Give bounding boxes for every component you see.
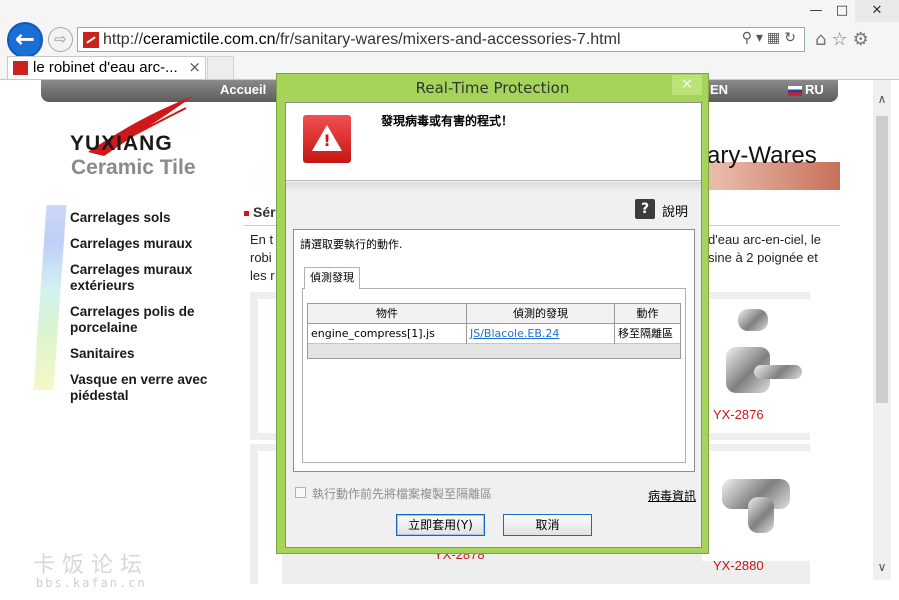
minimize-icon[interactable]: — bbox=[803, 0, 829, 22]
logo-name[interactable]: YUXIANG bbox=[70, 132, 173, 156]
help-icon[interactable]: ? bbox=[635, 199, 655, 219]
scroll-up-icon[interactable]: ∧ bbox=[873, 92, 891, 108]
forward-button[interactable]: ⇨ bbox=[48, 27, 73, 52]
refresh-icon[interactable]: ↻ bbox=[784, 30, 800, 46]
menu-item-carrelages-muraux[interactable]: Carrelages muraux bbox=[70, 236, 220, 252]
address-bar[interactable]: http://ceramictile.com.cn/fr/sanitary-wa… bbox=[77, 27, 805, 52]
detections-panel: 物件 偵測的發現 動作 engine_compress[1].js JS/Bla… bbox=[302, 288, 686, 463]
forum-watermark: 卡饭论坛 bbox=[33, 553, 150, 578]
browser-tab-active[interactable]: le robinet d'eau arc-... × bbox=[7, 56, 206, 79]
help-link[interactable]: 說明 bbox=[662, 201, 688, 220]
alert-header: ! 發現病毒或有害的程式！ bbox=[286, 103, 701, 181]
category-menu: Carrelages sols Carrelages muraux Carrel… bbox=[70, 210, 220, 414]
action-group-label: 請選取要執行的動作. bbox=[300, 238, 403, 251]
detected-object: engine_compress[1].js bbox=[308, 324, 467, 344]
forum-watermark-url: bbs.kafan.cn bbox=[36, 576, 147, 590]
table-header: 物件 偵測的發現 動作 bbox=[308, 304, 680, 324]
product-image[interactable] bbox=[702, 451, 822, 561]
product-code[interactable]: YX-2876 bbox=[713, 407, 764, 422]
column-header-detection[interactable]: 偵測的發現 bbox=[467, 304, 615, 324]
column-header-action[interactable]: 動作 bbox=[615, 304, 680, 324]
tab-detections[interactable]: 偵測發現 bbox=[304, 267, 360, 289]
back-button[interactable]: ← bbox=[7, 22, 43, 58]
faucet-spout-icon bbox=[748, 497, 774, 533]
action-select[interactable]: 移至隔離區 bbox=[615, 324, 680, 344]
site-favicon-icon bbox=[83, 32, 99, 48]
scroll-thumb[interactable] bbox=[876, 116, 888, 403]
realtime-protection-dialog: Real-Time Protection × ! 發現病毒或有害的程式！ ? 說… bbox=[276, 73, 709, 554]
menu-item-carrelages-sols[interactable]: Carrelages sols bbox=[70, 210, 220, 226]
page-scrollbar[interactable]: ∧ ∨ bbox=[873, 80, 891, 580]
virus-info-link[interactable]: 病毒資訊 bbox=[648, 487, 696, 504]
search-icon[interactable]: ⚲ bbox=[742, 30, 756, 46]
nav-lang-en[interactable]: EN bbox=[710, 82, 728, 97]
favorites-star-icon[interactable]: ☆ bbox=[831, 29, 852, 50]
section-title: Sér bbox=[244, 204, 276, 220]
compat-view-icon[interactable]: ▦ bbox=[767, 30, 784, 46]
dropdown-icon[interactable]: ▾ bbox=[756, 30, 767, 46]
copy-to-quarantine-checkbox[interactable] bbox=[295, 487, 306, 498]
column-header-object[interactable]: 物件 bbox=[308, 304, 467, 324]
faucet-spout-icon bbox=[754, 365, 802, 379]
detections-table: 物件 偵測的發現 動作 engine_compress[1].js JS/Bla… bbox=[307, 303, 681, 359]
alert-message: 發現病毒或有害的程式！ bbox=[381, 114, 514, 128]
product-code[interactable]: YX-2880 bbox=[713, 558, 764, 573]
dialog-close-button[interactable]: × bbox=[672, 75, 702, 95]
warning-icon: ! bbox=[303, 115, 351, 163]
faucet-handle-icon bbox=[738, 309, 768, 331]
intro-right-line1: d'eau arc-en-ciel, le bbox=[708, 232, 822, 247]
bullet-square-icon bbox=[244, 210, 249, 216]
settings-gear-icon[interactable]: ⚙ bbox=[853, 29, 874, 50]
forward-arrow-icon: ⇨ bbox=[54, 30, 67, 48]
intro-left-line2: robi bbox=[250, 250, 272, 265]
tab-close-icon[interactable]: × bbox=[188, 58, 201, 76]
russia-flag-icon bbox=[788, 86, 802, 96]
menu-item-vasque-verre[interactable]: Vasque en verre avec piédestal bbox=[70, 372, 220, 404]
home-icon[interactable]: ⌂ bbox=[815, 29, 831, 50]
back-arrow-icon: ← bbox=[14, 25, 36, 53]
intro-right-line2: sine à 2 poignée et bbox=[708, 250, 818, 265]
action-group: 請選取要執行的動作. 偵測發現 物件 偵測的發現 動作 engine_compr… bbox=[293, 229, 695, 472]
nav-accueil[interactable]: Accueil bbox=[220, 82, 266, 97]
nav-lang-ru[interactable]: RU bbox=[805, 82, 824, 97]
close-window-icon[interactable]: ✕ bbox=[855, 0, 899, 22]
browser-toolbar: — □ ✕ ← ⇨ http://ceramictile.com.cn/fr/s… bbox=[0, 0, 899, 80]
address-tools: ⚲▾▦↻ bbox=[742, 30, 800, 46]
header-shadow bbox=[286, 182, 701, 192]
copy-to-quarantine-label: 執行動作前先將檔案複製至隔離區 bbox=[312, 487, 493, 501]
detection-name-link[interactable]: JS/Blacole.EB.24 bbox=[467, 324, 615, 344]
side-decoration bbox=[33, 205, 67, 390]
tab-favicon-icon bbox=[13, 61, 28, 75]
tab-title: le robinet d'eau arc-... bbox=[33, 59, 178, 76]
dialog-title: Real-Time Protection bbox=[415, 79, 570, 97]
cancel-button[interactable]: 取消 bbox=[503, 514, 592, 536]
browser-actions: ⌂☆⚙ bbox=[815, 29, 874, 50]
address-url[interactable]: http://ceramictile.com.cn/fr/sanitary-wa… bbox=[103, 31, 621, 49]
page-heading: ary-Wares bbox=[707, 142, 817, 169]
intro-left-line1: En t bbox=[250, 232, 274, 247]
intro-left-line3: les r bbox=[250, 268, 275, 283]
menu-item-carrelages-polis[interactable]: Carrelages polis de porcelaine bbox=[70, 304, 220, 336]
logo-subtitle[interactable]: Ceramic Tile bbox=[71, 156, 196, 180]
menu-item-carrelages-muraux-exterieurs[interactable]: Carrelages muraux extérieurs bbox=[70, 262, 220, 294]
maximize-icon[interactable]: □ bbox=[829, 0, 855, 22]
table-row[interactable]: engine_compress[1].js JS/Blacole.EB.24 移… bbox=[308, 324, 680, 344]
scroll-down-icon[interactable]: ∨ bbox=[873, 560, 891, 576]
window-controls: — □ ✕ bbox=[803, 0, 899, 22]
dialog-body: ! 發現病毒或有害的程式！ ? 說明 請選取要執行的動作. 偵測發現 物件 偵測… bbox=[285, 102, 702, 548]
close-icon: × bbox=[681, 76, 693, 92]
menu-item-sanitaires[interactable]: Sanitaires bbox=[70, 346, 220, 362]
apply-now-button[interactable]: 立即套用(Y) bbox=[396, 514, 485, 536]
new-tab-button[interactable] bbox=[207, 56, 234, 79]
